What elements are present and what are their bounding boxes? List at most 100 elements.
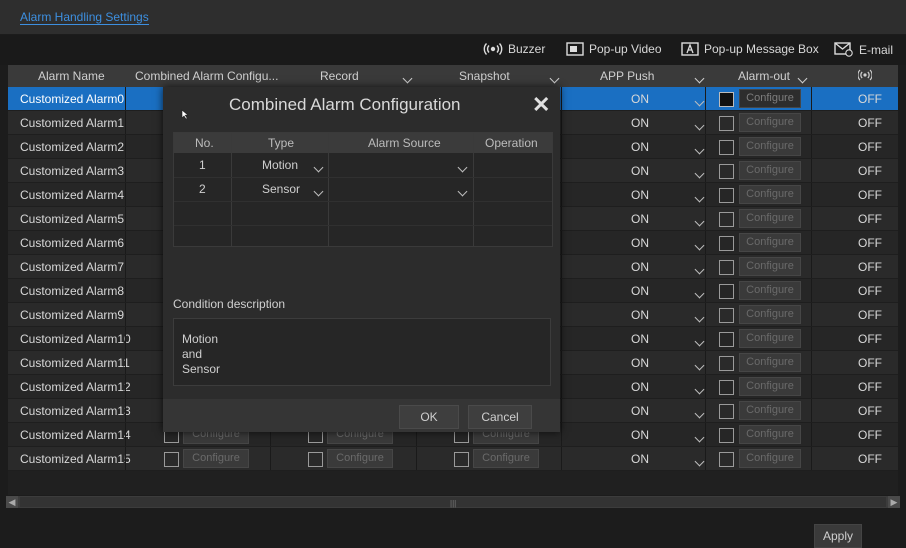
app-push-chevron-down-icon[interactable] xyxy=(694,286,705,300)
buzzer-value[interactable]: OFF xyxy=(858,428,882,442)
alarm-out-configure-button[interactable]: Configure xyxy=(739,257,801,276)
alarm-out-checkbox[interactable] xyxy=(719,140,734,155)
alarm-out-checkbox[interactable] xyxy=(719,284,734,299)
alarm-out-configure-button[interactable]: Configure xyxy=(739,113,801,132)
app-push-chevron-down-icon[interactable] xyxy=(694,454,705,468)
alarm-out-checkbox[interactable] xyxy=(719,92,734,107)
popup-message-toggle[interactable]: Pop-up Message Box xyxy=(681,42,819,56)
app-push-value[interactable]: ON xyxy=(625,140,655,154)
horizontal-scrollbar[interactable]: ◀ ||| ▶ xyxy=(6,496,900,508)
alarm-out-checkbox[interactable] xyxy=(719,332,734,347)
header-app-push[interactable]: APP Push xyxy=(600,65,654,87)
header-record[interactable]: Record xyxy=(320,65,359,87)
alarm-out-checkbox[interactable] xyxy=(719,164,734,179)
type-chevron-down-icon[interactable] xyxy=(313,160,324,174)
alarm-out-checkbox[interactable] xyxy=(719,236,734,251)
buzzer-value[interactable]: OFF xyxy=(858,260,882,274)
snapshot-dropdown-icon[interactable] xyxy=(549,71,560,85)
header-alarm-out[interactable]: Alarm-out xyxy=(738,65,790,87)
app-push-chevron-down-icon[interactable] xyxy=(694,190,705,204)
source-chevron-down-icon[interactable] xyxy=(457,160,468,174)
buzzer-value[interactable]: OFF xyxy=(858,188,882,202)
buzzer-value[interactable]: OFF xyxy=(858,212,882,226)
app-push-value[interactable]: ON xyxy=(625,164,655,178)
buzzer-value[interactable]: OFF xyxy=(858,308,882,322)
app-push-chevron-down-icon[interactable] xyxy=(694,166,705,180)
app-push-dropdown-icon[interactable] xyxy=(694,71,705,85)
app-push-value[interactable]: ON xyxy=(625,212,655,226)
alarm-out-configure-button[interactable]: Configure xyxy=(739,89,801,108)
source-chevron-down-icon[interactable] xyxy=(457,184,468,198)
app-push-chevron-down-icon[interactable] xyxy=(694,430,705,444)
configure-button[interactable]: Configure xyxy=(473,449,539,468)
app-push-chevron-down-icon[interactable] xyxy=(694,262,705,276)
alarm-out-configure-button[interactable]: Configure xyxy=(739,449,801,468)
app-push-chevron-down-icon[interactable] xyxy=(694,142,705,156)
alarm-out-configure-button[interactable]: Configure xyxy=(739,209,801,228)
buzzer-value[interactable]: OFF xyxy=(858,92,882,106)
app-push-value[interactable]: ON xyxy=(625,116,655,130)
app-push-value[interactable]: ON xyxy=(625,308,655,322)
type-select[interactable]: Motion xyxy=(262,158,298,172)
alarm-out-configure-button[interactable]: Configure xyxy=(739,401,801,420)
scroll-left-icon[interactable]: ◀ xyxy=(6,496,18,508)
configure-button[interactable]: Configure xyxy=(183,449,249,468)
alarm-out-checkbox[interactable] xyxy=(719,404,734,419)
alarm-out-configure-button[interactable]: Configure xyxy=(739,137,801,156)
app-push-value[interactable]: ON xyxy=(625,428,655,442)
app-push-value[interactable]: ON xyxy=(625,260,655,274)
record-dropdown-icon[interactable] xyxy=(402,71,413,85)
alarm-out-configure-button[interactable]: Configure xyxy=(739,305,801,324)
alarm-out-configure-button[interactable]: Configure xyxy=(739,233,801,252)
app-push-value[interactable]: ON xyxy=(625,284,655,298)
scroll-right-icon[interactable]: ▶ xyxy=(888,496,900,508)
page-title[interactable]: Alarm Handling Settings xyxy=(20,10,149,25)
type-select[interactable]: Sensor xyxy=(262,182,300,196)
alarm-source-select[interactable] xyxy=(334,158,464,172)
app-push-chevron-down-icon[interactable] xyxy=(694,214,705,228)
checkbox[interactable] xyxy=(308,452,323,467)
app-push-chevron-down-icon[interactable] xyxy=(694,358,705,372)
buzzer-value[interactable]: OFF xyxy=(858,452,882,466)
popup-video-toggle[interactable]: Pop-up Video xyxy=(566,42,662,56)
app-push-chevron-down-icon[interactable] xyxy=(694,238,705,252)
alarm-out-checkbox[interactable] xyxy=(719,428,734,443)
ok-button[interactable]: OK xyxy=(399,405,459,429)
scrollbar-thumb[interactable]: ||| xyxy=(20,497,886,508)
app-push-value[interactable]: ON xyxy=(625,380,655,394)
checkbox[interactable] xyxy=(164,452,179,467)
app-push-chevron-down-icon[interactable] xyxy=(694,382,705,396)
alarm-out-configure-button[interactable]: Configure xyxy=(739,377,801,396)
buzzer-value[interactable]: OFF xyxy=(858,404,882,418)
app-push-value[interactable]: ON xyxy=(625,92,655,106)
app-push-value[interactable]: ON xyxy=(625,236,655,250)
email-toggle[interactable]: E-mail xyxy=(834,42,893,57)
alarm-source-select[interactable] xyxy=(334,182,464,196)
type-chevron-down-icon[interactable] xyxy=(313,184,324,198)
checkbox[interactable] xyxy=(454,452,469,467)
app-push-value[interactable]: ON xyxy=(625,332,655,346)
close-icon[interactable]: ✕ xyxy=(532,92,550,118)
buzzer-value[interactable]: OFF xyxy=(858,284,882,298)
alarm-out-dropdown-icon[interactable] xyxy=(797,71,808,85)
app-push-chevron-down-icon[interactable] xyxy=(694,406,705,420)
alarm-out-checkbox[interactable] xyxy=(719,308,734,323)
table-row[interactable]: Customized Alarm15 Configure Configure Conf… xyxy=(8,447,898,471)
alarm-out-configure-button[interactable]: Configure xyxy=(739,425,801,444)
buzzer-value[interactable]: OFF xyxy=(858,164,882,178)
app-push-value[interactable]: ON xyxy=(625,356,655,370)
buzzer-value[interactable]: OFF xyxy=(858,236,882,250)
alarm-out-checkbox[interactable] xyxy=(719,380,734,395)
alarm-out-configure-button[interactable]: Configure xyxy=(739,353,801,372)
alarm-out-checkbox[interactable] xyxy=(719,188,734,203)
alarm-out-checkbox[interactable] xyxy=(719,116,734,131)
app-push-value[interactable]: ON xyxy=(625,452,655,466)
app-push-value[interactable]: ON xyxy=(625,188,655,202)
cancel-button[interactable]: Cancel xyxy=(468,405,532,429)
app-push-chevron-down-icon[interactable] xyxy=(694,334,705,348)
alarm-out-checkbox[interactable] xyxy=(719,452,734,467)
alarm-out-checkbox[interactable] xyxy=(719,260,734,275)
buzzer-value[interactable]: OFF xyxy=(858,380,882,394)
buzzer-value[interactable]: OFF xyxy=(858,332,882,346)
header-snapshot[interactable]: Snapshot xyxy=(459,65,510,87)
